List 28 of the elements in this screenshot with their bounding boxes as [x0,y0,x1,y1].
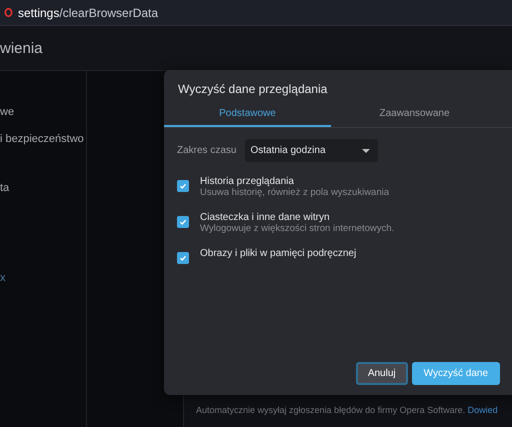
checkmark-icon [178,253,188,263]
field-label: Zakres czasu [177,145,236,156]
sidebar-item[interactable]: we [0,106,86,133]
checkmark-icon [178,181,188,191]
checkmark-icon [178,217,188,227]
checkbox[interactable] [177,180,189,192]
logo-icon [4,7,13,18]
checkbox[interactable] [177,252,189,264]
sidebar-item[interactable]: i bezpieczeństwo [0,133,86,160]
option-description: Usuwa historię, również z pola wyszukiwania [200,187,390,198]
tab[interactable]: Podstawowe [164,104,331,127]
option-description: Wylogowuje z większości stron internetowych. [200,223,394,234]
option-label: Ciasteczka i inne dane witryn [200,212,331,223]
url-text: settings/clearBrowserData [18,6,158,20]
cancel-button[interactable]: Anuluj [356,362,408,385]
dialog-title: Wyczyść dane przeglądania [177,81,328,98]
option-label: Obrazy i pliki w pamięci podręcznej [200,248,356,259]
address-bar[interactable]: settings/clearBrowserData [0,0,512,26]
sidebar-item[interactable]: ta [0,182,86,209]
sidebar-link[interactable]: x [0,272,86,299]
caret-icon [362,148,370,152]
tab[interactable]: Zaawansowane [331,104,498,127]
checkbox[interactable] [177,216,189,228]
page-title: wienia [0,40,43,56]
time-range-dropdown[interactable]: Ostatnia godzina [245,139,378,162]
option-label: Historia przeglądania [200,176,295,187]
learn-more-link[interactable]: Dowied [468,405,498,415]
report-text: Automatycznie wysyłaj zgłoszenia błędów do firmy Opera Software. Dowied [196,405,499,415]
